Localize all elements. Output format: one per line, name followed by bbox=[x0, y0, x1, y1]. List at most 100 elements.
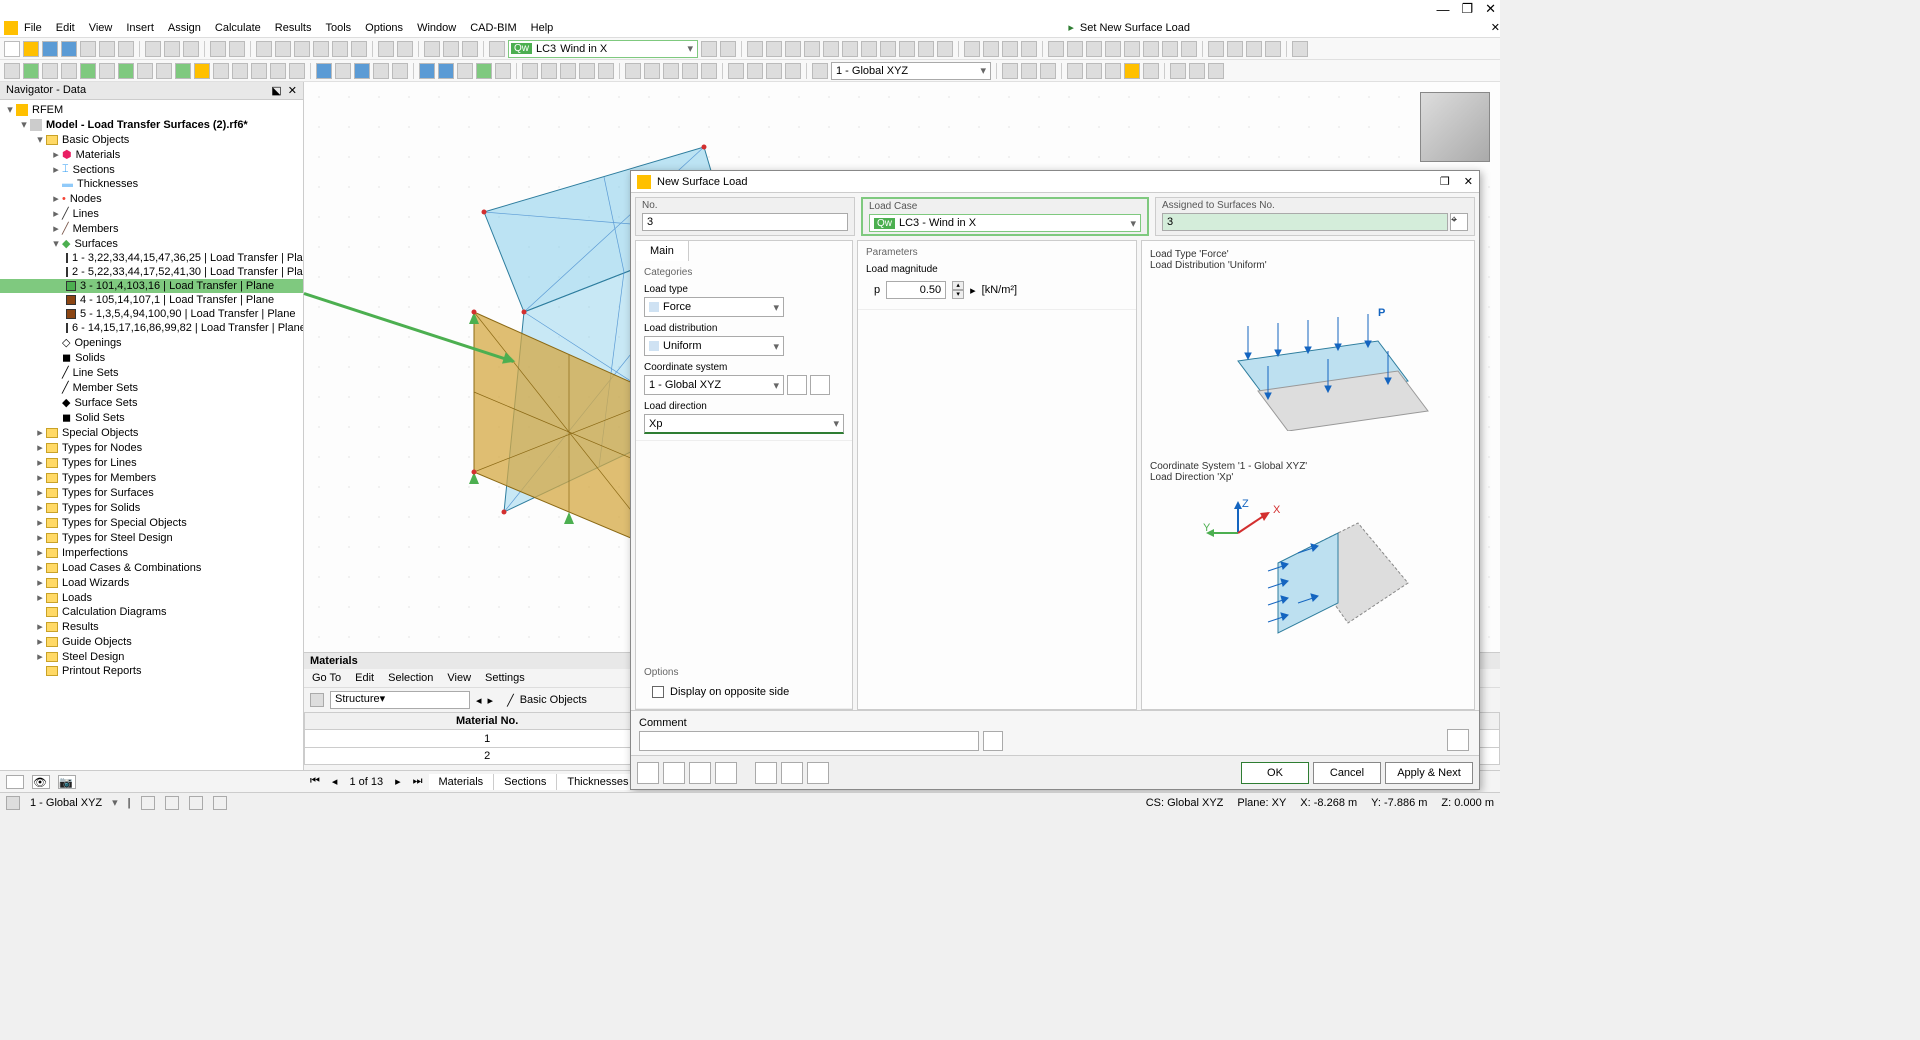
t2-j-icon[interactable] bbox=[175, 63, 191, 79]
dlg-f4-icon[interactable] bbox=[715, 762, 737, 784]
tree-surface-1[interactable]: 1 - 3,22,33,44,15,47,36,25 | Load Transf… bbox=[0, 251, 303, 265]
minimize-button[interactable]: — bbox=[1436, 2, 1449, 17]
apply-next-button[interactable]: Apply & Next bbox=[1385, 762, 1473, 784]
undo-icon[interactable] bbox=[210, 41, 226, 57]
sb-t1-icon[interactable] bbox=[141, 796, 155, 810]
view1-icon[interactable] bbox=[256, 41, 272, 57]
display-opposite-checkbox[interactable]: Display on opposite side bbox=[644, 682, 844, 702]
lc-next-icon[interactable] bbox=[443, 41, 459, 57]
tree-root[interactable]: ▾RFEM bbox=[0, 102, 303, 117]
tree-special-objects[interactable]: ▸Special Objects bbox=[0, 425, 303, 440]
dialog-close-icon[interactable]: ✕ bbox=[1464, 175, 1473, 188]
mat-tab-view[interactable]: View bbox=[447, 672, 471, 684]
nav-tab1-icon[interactable] bbox=[6, 775, 24, 789]
dlg-f5-icon[interactable] bbox=[755, 762, 777, 784]
t2-aj-icon[interactable] bbox=[701, 63, 717, 79]
t2-ab-icon[interactable] bbox=[541, 63, 557, 79]
t2-x-icon[interactable] bbox=[457, 63, 473, 79]
t2-bb-icon[interactable] bbox=[1021, 63, 1037, 79]
tree-basic-objects[interactable]: ▾Basic Objects bbox=[0, 132, 303, 147]
sb-t3-icon[interactable] bbox=[189, 796, 203, 810]
tab-main[interactable]: Main bbox=[635, 240, 689, 261]
tool-a-icon[interactable] bbox=[747, 41, 763, 57]
dialog-titlebar[interactable]: New Surface Load ❐ ✕ bbox=[631, 171, 1479, 193]
t2-ad-icon[interactable] bbox=[579, 63, 595, 79]
dlg-f3-icon[interactable] bbox=[689, 762, 711, 784]
load-direction-select[interactable]: Xp▾ bbox=[644, 414, 844, 434]
tree-thicknesses[interactable]: ▬Thicknesses bbox=[0, 177, 303, 191]
struct-next-icon[interactable]: ▸ bbox=[488, 694, 494, 707]
t2-ah-icon[interactable] bbox=[663, 63, 679, 79]
t2-ba-icon[interactable] bbox=[1002, 63, 1018, 79]
tree-sections[interactable]: ▸⌶Sections bbox=[0, 162, 303, 177]
dlg-f2-icon[interactable] bbox=[663, 762, 685, 784]
t2-bh-icon[interactable] bbox=[1143, 63, 1159, 79]
comment-input[interactable] bbox=[639, 731, 979, 751]
mat-tab-edit[interactable]: Edit bbox=[355, 672, 374, 684]
tree-imperfections[interactable]: ▸Imperfections bbox=[0, 545, 303, 560]
btab-sections[interactable]: Sections bbox=[494, 774, 557, 790]
doc2-icon[interactable] bbox=[183, 41, 199, 57]
t2-y-icon[interactable] bbox=[476, 63, 492, 79]
tool-last-icon[interactable] bbox=[1292, 41, 1308, 57]
tree-types-steel[interactable]: ▸Types for Steel Design bbox=[0, 530, 303, 545]
menu-cadbim[interactable]: CAD-BIM bbox=[470, 22, 516, 34]
tool-l-icon[interactable] bbox=[964, 41, 980, 57]
pager-prev-icon[interactable]: ◂ bbox=[326, 775, 344, 788]
cloud-icon[interactable] bbox=[42, 41, 58, 57]
tool-i-icon[interactable] bbox=[899, 41, 915, 57]
t2-bj-icon[interactable] bbox=[1189, 63, 1205, 79]
pager-next-icon[interactable]: ▸ bbox=[389, 775, 407, 788]
menu-assign[interactable]: Assign bbox=[168, 22, 201, 34]
load-no-input[interactable]: 3 bbox=[642, 213, 848, 231]
t2-aa-icon[interactable] bbox=[522, 63, 538, 79]
menu-results[interactable]: Results bbox=[275, 22, 312, 34]
sb-icon[interactable] bbox=[6, 796, 20, 810]
t2-z-icon[interactable] bbox=[495, 63, 511, 79]
dlg-f6-icon[interactable] bbox=[781, 762, 803, 784]
t2-t-icon[interactable] bbox=[373, 63, 389, 79]
tool-h-icon[interactable] bbox=[880, 41, 896, 57]
dialog-maximize-icon[interactable]: ❐ bbox=[1440, 175, 1450, 188]
tool-n-icon[interactable] bbox=[1002, 41, 1018, 57]
tree-materials[interactable]: ▸⬢Materials bbox=[0, 147, 303, 162]
t2-i-icon[interactable] bbox=[156, 63, 172, 79]
t2-al-icon[interactable] bbox=[747, 63, 763, 79]
basic-objects-link[interactable]: Basic Objects bbox=[520, 694, 587, 706]
tree-surface-2[interactable]: 2 - 5,22,33,44,17,52,41,30 | Load Transf… bbox=[0, 265, 303, 279]
mat-tab-goto[interactable]: Go To bbox=[312, 672, 341, 684]
close-button[interactable]: ✕ bbox=[1485, 1, 1496, 17]
menu-file[interactable]: File bbox=[24, 22, 42, 34]
tool-k-icon[interactable] bbox=[937, 41, 953, 57]
tool-x-icon[interactable] bbox=[1208, 41, 1224, 57]
t2-af-icon[interactable] bbox=[625, 63, 641, 79]
tree-printout[interactable]: Printout Reports bbox=[0, 664, 303, 678]
open-icon[interactable] bbox=[23, 41, 39, 57]
pager-last-icon[interactable]: ⏭ bbox=[407, 775, 429, 788]
tree-surface-5[interactable]: 5 - 1,3,5,4,94,100,90 | Load Transfer | … bbox=[0, 307, 303, 321]
view4-icon[interactable] bbox=[313, 41, 329, 57]
pager-first-icon[interactable]: ⏮ bbox=[304, 775, 326, 788]
tree-types-nodes[interactable]: ▸Types for Nodes bbox=[0, 440, 303, 455]
tool-y-icon[interactable] bbox=[1227, 41, 1243, 57]
tree-surfacesets[interactable]: ◆Surface Sets bbox=[0, 395, 303, 410]
cs-icon[interactable] bbox=[812, 63, 828, 79]
btab-thicknesses[interactable]: Thicknesses bbox=[557, 774, 639, 790]
tree-members[interactable]: ▸╱Members bbox=[0, 221, 303, 236]
cs-select[interactable]: 1 - Global XYZ▾ bbox=[644, 375, 784, 395]
pick-surfaces-button[interactable]: ⌖ bbox=[1450, 213, 1468, 231]
struct-prev-icon[interactable]: ◂ bbox=[476, 694, 482, 707]
preview-refresh-button[interactable] bbox=[1447, 729, 1469, 751]
load-magnitude-input[interactable] bbox=[886, 281, 946, 299]
t2-f-icon[interactable] bbox=[99, 63, 115, 79]
tool-o-icon[interactable] bbox=[1021, 41, 1037, 57]
tree-openings[interactable]: ◇Openings bbox=[0, 335, 303, 350]
nav-tab2-icon[interactable]: 👁 bbox=[32, 775, 50, 789]
tool-r-icon[interactable] bbox=[1086, 41, 1102, 57]
t2-n-icon[interactable] bbox=[251, 63, 267, 79]
t2-q-icon[interactable] bbox=[316, 63, 332, 79]
view2-icon[interactable] bbox=[275, 41, 291, 57]
t2-ak-icon[interactable] bbox=[728, 63, 744, 79]
t2-ae-icon[interactable] bbox=[598, 63, 614, 79]
lc-icon[interactable] bbox=[462, 41, 478, 57]
